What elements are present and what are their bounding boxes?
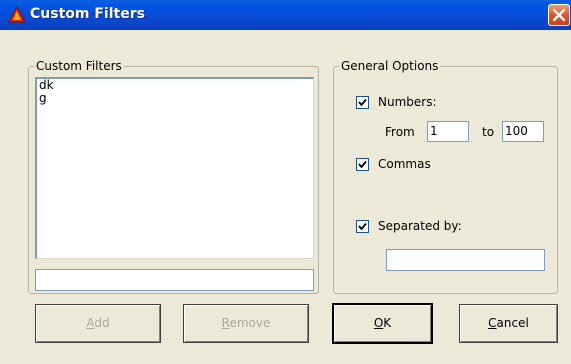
ok-button-rest: K xyxy=(383,316,392,330)
to-label: to xyxy=(482,125,495,139)
commas-label: Commas xyxy=(378,157,431,171)
to-input[interactable]: 100 xyxy=(502,121,544,142)
custom-filters-list[interactable]: dk g xyxy=(35,77,314,259)
general-options-legend: General Options xyxy=(339,59,441,73)
separated-checkbox[interactable] xyxy=(356,220,369,233)
custom-filters-legend: Custom Filters xyxy=(34,59,124,73)
cancel-button[interactable]: Cancel xyxy=(459,304,558,343)
cancel-button-accesskey: C xyxy=(488,316,497,330)
window-title: Custom Filters xyxy=(30,6,145,22)
remove-button[interactable]: Remove xyxy=(183,304,309,343)
add-button-rest: dd xyxy=(94,316,110,330)
numbers-label: Numbers: xyxy=(378,95,437,109)
check-icon xyxy=(358,160,367,169)
list-item[interactable]: dk xyxy=(39,79,311,92)
check-icon xyxy=(358,98,367,107)
app-icon xyxy=(8,5,26,24)
check-icon xyxy=(358,222,367,231)
from-label: From xyxy=(385,125,415,139)
numbers-checkbox[interactable] xyxy=(356,96,369,109)
list-item[interactable]: g xyxy=(39,92,311,105)
ok-button-accesskey: O xyxy=(373,316,384,330)
add-button[interactable]: Add xyxy=(35,304,161,343)
remove-button-rest: emove xyxy=(229,316,271,330)
separated-label: Separated by: xyxy=(378,219,462,233)
cancel-button-rest: ancel xyxy=(496,316,529,330)
from-input[interactable]: 1 xyxy=(427,121,469,142)
ok-button[interactable]: OK xyxy=(333,304,432,343)
title-bar: Custom Filters xyxy=(0,0,571,30)
separator-input[interactable] xyxy=(386,249,545,271)
new-filter-input[interactable] xyxy=(35,269,314,291)
close-button[interactable] xyxy=(548,4,570,26)
commas-checkbox[interactable] xyxy=(356,158,369,171)
